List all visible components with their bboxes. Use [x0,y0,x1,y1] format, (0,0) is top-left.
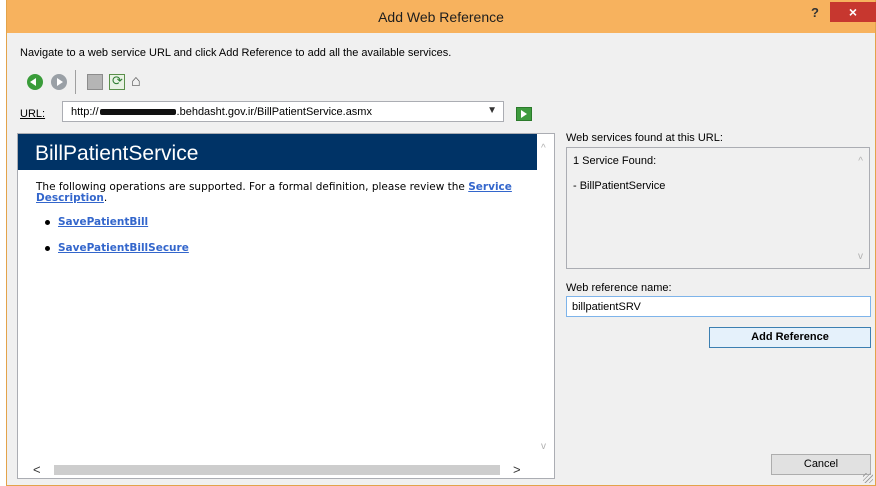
scroll-down-icon[interactable]: v [858,251,863,262]
operations-list: SavePatientBill SavePatientBillSecure [45,216,189,268]
service-header: BillPatientService [18,134,538,170]
cancel-button[interactable]: Cancel [771,454,871,475]
url-prefix: http:// [71,106,99,118]
operation-link[interactable]: SavePatientBill [58,216,148,228]
reference-name-input[interactable] [566,296,871,317]
scrollbar-thumb[interactable] [54,465,500,475]
scroll-up-icon[interactable]: ^ [541,143,546,154]
url-value[interactable]: http:// .behdasht.gov.ir/BillPatientServi… [71,106,372,118]
instruction-text: Navigate to a web service URL and click … [20,47,452,59]
resize-grip-icon[interactable] [863,473,873,483]
list-item: SavePatientBillSecure [45,242,189,268]
horizontal-scrollbar[interactable]: < > [18,461,538,478]
add-web-reference-dialog: Add Web Reference ? × Navigate to a web … [6,0,876,486]
title-bar[interactable]: Add Web Reference ? × [7,0,876,33]
window-title: Add Web Reference [378,9,504,25]
vertical-scrollbar[interactable]: ^ v [537,134,554,461]
operation-link[interactable]: SavePatientBillSecure [58,242,189,254]
url-combobox[interactable]: http:// .behdasht.gov.ir/BillPatientServi… [62,101,504,122]
services-found-list[interactable]: 1 Service Found: - BillPatientService ^ … [566,147,870,269]
scroll-left-icon[interactable]: < [33,462,41,477]
chevron-down-icon[interactable]: ▼ [487,105,497,116]
service-browser-pane[interactable]: BillPatientService The following operati… [17,133,555,479]
service-name: BillPatientService [35,142,199,165]
close-button[interactable]: × [830,2,876,22]
scroll-right-icon[interactable]: > [513,462,521,477]
help-button[interactable]: ? [805,5,825,23]
go-button[interactable] [516,107,532,121]
home-icon[interactable]: ⌂ [131,74,147,90]
list-item: - BillPatientService [573,180,666,192]
scroll-down-icon[interactable]: v [541,441,546,452]
url-suffix: .behdasht.gov.ir/BillPatientService.asmx [176,106,372,118]
service-description: The following operations are supported. … [36,182,534,204]
description-end: . [103,192,108,204]
add-reference-button[interactable]: Add Reference [709,327,871,348]
navigation-toolbar: ⌂ [27,70,177,94]
list-item: SavePatientBill [45,216,189,242]
scroll-up-icon[interactable]: ^ [858,156,863,167]
forward-icon[interactable] [51,74,67,90]
stop-icon[interactable] [87,74,103,90]
refresh-icon[interactable] [109,73,125,90]
url-label: URL: [20,108,45,120]
services-count: 1 Service Found: [573,155,657,167]
reference-name-label: Web reference name: [566,282,672,294]
back-icon[interactable] [27,74,43,90]
services-found-label: Web services found at this URL: [566,132,723,144]
toolbar-separator [75,70,76,94]
redacted-host [99,109,176,116]
url-label-text: URL: [20,108,46,120]
